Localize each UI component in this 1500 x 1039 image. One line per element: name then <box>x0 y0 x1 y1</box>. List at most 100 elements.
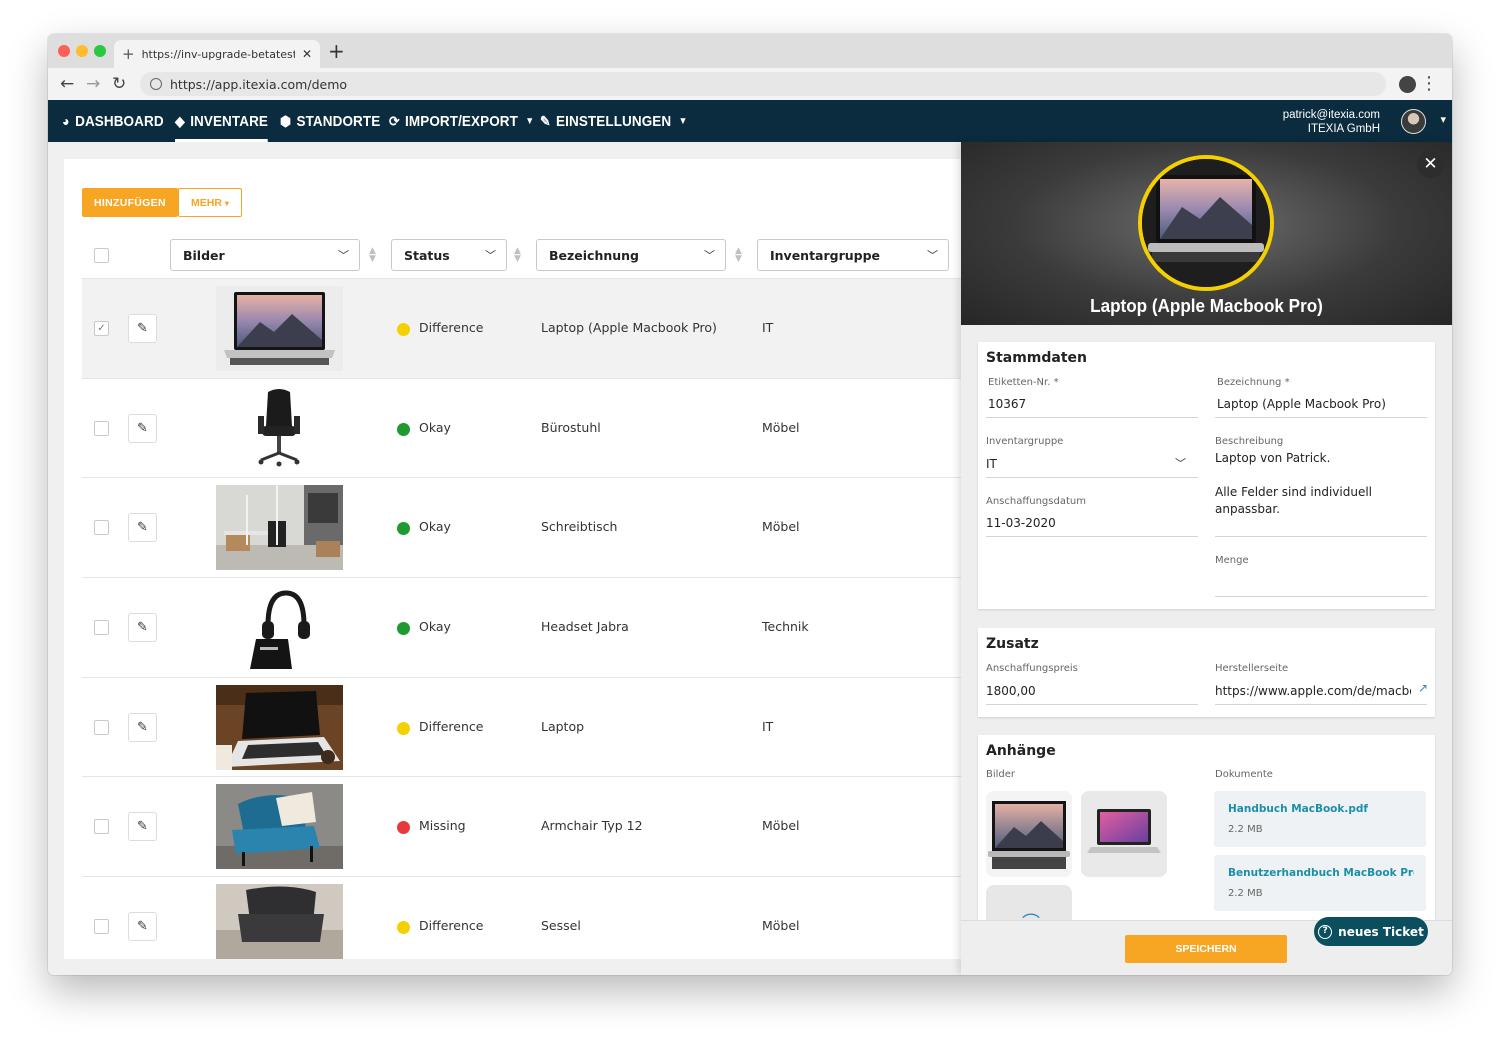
anschaffungspreis-field[interactable]: 1800,00 <box>986 684 1036 698</box>
external-link-icon[interactable]: ↗ <box>1418 681 1428 695</box>
status-text: Difference <box>419 320 484 335</box>
document-card[interactable]: Benutzerhandbuch MacBook Pro.... 2.2 MB <box>1214 855 1426 911</box>
table-row[interactable]: ✎ Okay Headset Jabra Technik <box>82 577 974 677</box>
chevron-down-icon[interactable]: ▾ <box>1440 113 1446 126</box>
table-row[interactable]: ✎ Okay Bürostuhl Möbel <box>82 377 974 478</box>
row-checkbox[interactable] <box>94 919 109 935</box>
row-checkbox[interactable] <box>94 819 109 835</box>
status-dot <box>397 821 410 835</box>
row-checkbox[interactable]: ✓ <box>94 321 109 336</box>
inventargruppe-select[interactable]: IT <box>986 457 997 471</box>
forward-arrow-icon[interactable]: → <box>86 74 100 94</box>
table-row[interactable]: ✎ Difference Sessel Möbel <box>82 876 974 959</box>
herstellerseite-field[interactable]: https://www.apple.com/de/macbook <box>1215 684 1411 698</box>
beschreibung-line[interactable]: Alle Felder sind individuell <box>1215 485 1372 499</box>
edit-button[interactable]: ✎ <box>128 413 157 443</box>
avatar[interactable] <box>1401 109 1426 134</box>
edit-button[interactable]: ✎ <box>128 812 157 842</box>
table-row[interactable]: ✓ ✎ Difference Laptop (Apple Macbook Pro) IT <box>82 278 974 378</box>
edit-button[interactable]: ✎ <box>128 912 157 942</box>
item-group: Technik <box>762 619 809 635</box>
field-label: Dokumente <box>1215 769 1273 780</box>
status-text: Difference <box>419 918 484 934</box>
row-checkbox[interactable] <box>94 520 109 536</box>
row-checkbox[interactable] <box>94 719 109 735</box>
nav-item-label: DASHBOARD <box>75 112 164 130</box>
select-all-checkbox[interactable] <box>94 248 109 263</box>
nav-item-standorte[interactable]: ⬢ STANDORTE <box>280 100 380 142</box>
anschaffungsdatum-field[interactable]: 11-03-2020 <box>986 516 1056 530</box>
reload-icon[interactable]: ↻ <box>112 74 126 94</box>
pencil-icon: ✎ <box>137 620 148 636</box>
address-bar[interactable]: https://app.itexia.com/demo <box>140 72 1386 96</box>
sort-icon[interactable]: ▲ ▼ <box>369 247 376 264</box>
table-row[interactable]: ✎ Okay Schreibtisch Möbel <box>82 477 974 577</box>
detail-footer: SPEICHERN ? neues Ticket <box>961 917 1452 975</box>
user-info[interactable]: patrick@itexia.com ITEXIA GmbH <box>1283 108 1380 136</box>
chevron-down-icon[interactable]: ﹀ <box>1175 455 1186 471</box>
document-card[interactable]: Handbuch MacBook.pdf 2.2 MB <box>1214 791 1426 847</box>
nav-item-inventare[interactable]: ◆ INVENTARE <box>175 100 269 142</box>
table-row[interactable]: ✎ Missing Armchair Typ 12 Möbel <box>82 776 974 876</box>
bezeichnung-field[interactable]: Laptop (Apple Macbook Pro) <box>1217 397 1386 411</box>
column-select-status[interactable]: Status ﹀ <box>391 239 507 271</box>
etikett-field[interactable]: 10367 <box>988 397 1026 411</box>
item-thumbnail[interactable] <box>216 585 343 671</box>
column-select-bezeichnung[interactable]: Bezeichnung ﹀ <box>536 239 726 271</box>
plus-favicon-icon: + <box>122 44 135 63</box>
save-button[interactable]: SPEICHERN <box>1125 935 1287 963</box>
profile-icon[interactable] <box>1399 76 1416 93</box>
nav-item-import-export[interactable]: ⟳ IMPORT/EXPORT ▼ <box>389 100 534 142</box>
new-ticket-button[interactable]: ? neues Ticket <box>1314 917 1428 946</box>
field-underline <box>986 536 1198 537</box>
window-minimize-button[interactable] <box>76 45 88 57</box>
nav-item-einstellungen[interactable]: ✎ EINSTELLUNGEN ▼ <box>540 100 687 142</box>
edit-button[interactable]: ✎ <box>128 513 157 543</box>
add-button[interactable]: HINZUFÜGEN <box>82 188 178 217</box>
beschreibung-line[interactable]: anpassbar. <box>1215 502 1280 516</box>
window-maximize-button[interactable] <box>94 45 106 57</box>
browser-menu-icon[interactable]: ⋮ <box>1420 74 1438 94</box>
site-info-icon[interactable] <box>150 78 162 90</box>
nav-item-dashboard[interactable]: ◕ DASHBOARD <box>62 100 164 142</box>
pie-chart-icon: ◕ <box>62 113 70 129</box>
tab-close-icon[interactable]: ✕ <box>302 47 312 61</box>
section-heading: Zusatz <box>986 636 1039 652</box>
more-button[interactable]: MEHR ▾ <box>178 188 242 217</box>
row-checkbox[interactable] <box>94 420 109 436</box>
sort-icon[interactable]: ▲ ▼ <box>514 247 521 264</box>
row-checkbox[interactable] <box>94 620 109 636</box>
item-thumbnail[interactable] <box>216 684 343 770</box>
menge-field[interactable] <box>1215 596 1427 597</box>
item-thumbnail[interactable] <box>216 485 343 571</box>
edit-button[interactable]: ✎ <box>128 613 157 643</box>
item-thumbnail[interactable] <box>216 784 343 870</box>
field-label: Anschaffungsdatum <box>986 496 1086 507</box>
status-dot <box>397 323 410 336</box>
item-name: Schreibtisch <box>541 519 618 535</box>
new-tab-icon[interactable]: + <box>328 41 345 61</box>
beschreibung-line[interactable]: Laptop von Patrick. <box>1215 451 1330 465</box>
table-row[interactable]: ✎ Difference Laptop IT <box>82 676 974 777</box>
nav-item-label: INVENTARE <box>190 112 269 130</box>
browser-tab-strip: + https://inv-upgrade-betatest.it ✕ + <box>48 34 1452 68</box>
close-panel-button[interactable]: ✕ <box>1417 151 1444 178</box>
user-company: ITEXIA GmbH <box>1307 123 1380 135</box>
column-select-inventargruppe[interactable]: Inventargruppe ﹀ <box>757 239 949 271</box>
attachment-image[interactable] <box>986 791 1072 877</box>
chevron-down-icon: ﹀ <box>338 249 349 262</box>
browser-tab[interactable]: + https://inv-upgrade-betatest.it ✕ <box>114 40 320 68</box>
sort-icon[interactable]: ▲ ▼ <box>735 247 742 264</box>
column-select-bilder[interactable]: Bilder ﹀ <box>170 239 360 271</box>
back-arrow-icon[interactable]: ← <box>60 74 74 94</box>
item-thumbnail[interactable] <box>216 385 343 471</box>
document-name[interactable]: Benutzerhandbuch MacBook Pro.... <box>1228 867 1414 879</box>
document-name[interactable]: Handbuch MacBook.pdf <box>1228 803 1414 815</box>
edit-button[interactable]: ✎ <box>128 712 157 742</box>
edit-button[interactable]: ✎ <box>128 314 157 343</box>
attachment-image[interactable] <box>1081 791 1167 877</box>
item-group: IT <box>762 320 774 335</box>
window-close-button[interactable] <box>58 45 70 57</box>
item-thumbnail[interactable] <box>216 884 343 959</box>
item-thumbnail[interactable] <box>216 286 343 371</box>
